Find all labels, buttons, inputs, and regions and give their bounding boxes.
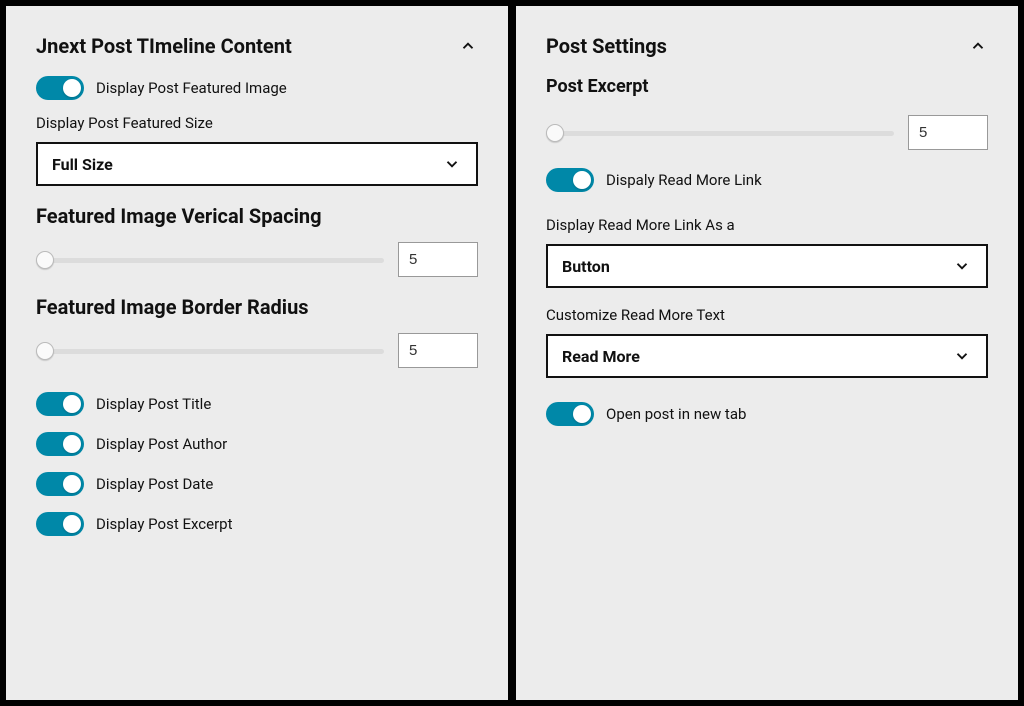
display-featured-image-label: Display Post Featured Image (96, 79, 287, 97)
post-settings-panel: Post Settings Post Excerpt Dispaly Read … (516, 6, 1018, 700)
display-post-title-label: Display Post Title (96, 395, 211, 413)
customize-text-value: Read More (562, 347, 640, 366)
read-more-as-select[interactable]: Button (546, 244, 988, 288)
display-post-author-toggle[interactable] (36, 432, 84, 456)
display-post-author-label: Display Post Author (96, 435, 227, 453)
vertical-spacing-slider[interactable] (36, 250, 384, 270)
display-post-date-label: Display Post Date (96, 475, 213, 493)
display-read-more-toggle[interactable] (546, 168, 594, 192)
featured-size-label: Display Post Featured Size (36, 114, 478, 132)
display-post-title-toggle[interactable] (36, 392, 84, 416)
display-post-date-toggle[interactable] (36, 472, 84, 496)
border-radius-input[interactable] (398, 333, 478, 368)
display-post-excerpt-label: Display Post Excerpt (96, 515, 233, 533)
post-excerpt-input[interactable] (908, 115, 988, 150)
post-excerpt-label: Post Excerpt (546, 76, 988, 97)
collapse-icon[interactable] (968, 36, 988, 56)
vertical-spacing-input[interactable] (398, 242, 478, 277)
collapse-icon[interactable] (458, 36, 478, 56)
display-read-more-label: Dispaly Read More Link (606, 171, 762, 189)
open-new-tab-toggle[interactable] (546, 402, 594, 426)
customize-text-label: Customize Read More Text (546, 306, 988, 324)
border-radius-slider[interactable] (36, 341, 384, 361)
read-more-as-label: Display Read More Link As a (546, 216, 988, 234)
read-more-as-value: Button (562, 257, 610, 276)
border-radius-label: Featured Image Border Radius (36, 295, 478, 319)
chevron-down-icon (952, 346, 972, 366)
chevron-down-icon (952, 256, 972, 276)
featured-size-value: Full Size (52, 155, 113, 174)
featured-size-select[interactable]: Full Size (36, 142, 478, 186)
panel-title: Jnext Post TImeline Content (36, 34, 292, 58)
panel-title: Post Settings (546, 34, 667, 58)
pane-divider (508, 6, 516, 700)
chevron-down-icon (442, 154, 462, 174)
customize-text-select[interactable]: Read More (546, 334, 988, 378)
display-featured-image-toggle[interactable] (36, 76, 84, 100)
open-new-tab-label: Open post in new tab (606, 405, 746, 423)
display-post-excerpt-toggle[interactable] (36, 512, 84, 536)
vertical-spacing-label: Featured Image Verical Spacing (36, 204, 478, 228)
timeline-content-panel: Jnext Post TImeline Content Display Post… (6, 6, 508, 700)
post-excerpt-slider[interactable] (546, 123, 894, 143)
